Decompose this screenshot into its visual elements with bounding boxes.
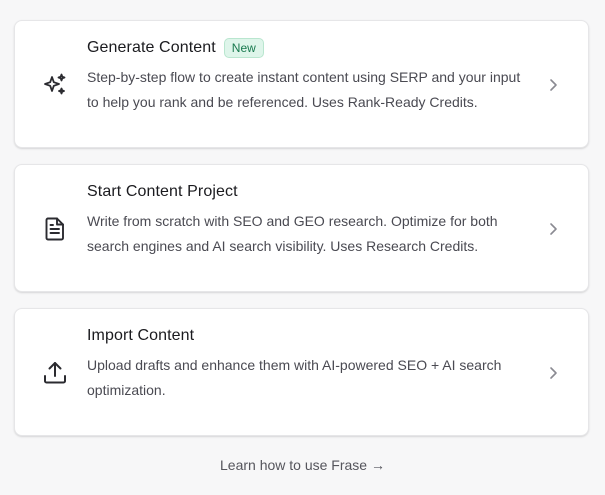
- upload-icon: [41, 359, 69, 387]
- card-description: Step-by-step flow to create instant cont…: [87, 69, 521, 110]
- card-title: Start Content Project: [87, 183, 238, 200]
- card-content: Import Content Upload drafts and enhance…: [87, 325, 527, 402]
- chevron-right-icon: [550, 223, 557, 235]
- document-icon: [41, 215, 69, 243]
- start-content-project-card[interactable]: Start Content Project Write from scratch…: [14, 164, 589, 292]
- card-title-row: Start Content Project: [87, 181, 527, 203]
- chevron-right-icon: [550, 79, 557, 91]
- chevron-right-icon: [550, 367, 557, 379]
- import-content-card[interactable]: Import Content Upload drafts and enhance…: [14, 308, 589, 436]
- option-list: Generate Content New Step-by-step flow t…: [0, 0, 605, 495]
- card-description: Write from scratch with SEO and GEO rese…: [87, 213, 498, 254]
- new-badge: New: [223, 38, 264, 58]
- sparkles-icon: [41, 71, 69, 99]
- card-title-row: Import Content: [87, 325, 527, 347]
- learn-how-link[interactable]: Learn how to use Frase →: [0, 457, 605, 473]
- card-title: Generate Content: [87, 39, 216, 56]
- card-content: Start Content Project Write from scratch…: [87, 181, 527, 258]
- card-title-row: Generate Content New: [87, 37, 527, 59]
- card-title: Import Content: [87, 327, 195, 344]
- card-content: Generate Content New Step-by-step flow t…: [87, 37, 527, 114]
- card-description: Upload drafts and enhance them with AI-p…: [87, 357, 502, 398]
- generate-content-card[interactable]: Generate Content New Step-by-step flow t…: [14, 20, 589, 148]
